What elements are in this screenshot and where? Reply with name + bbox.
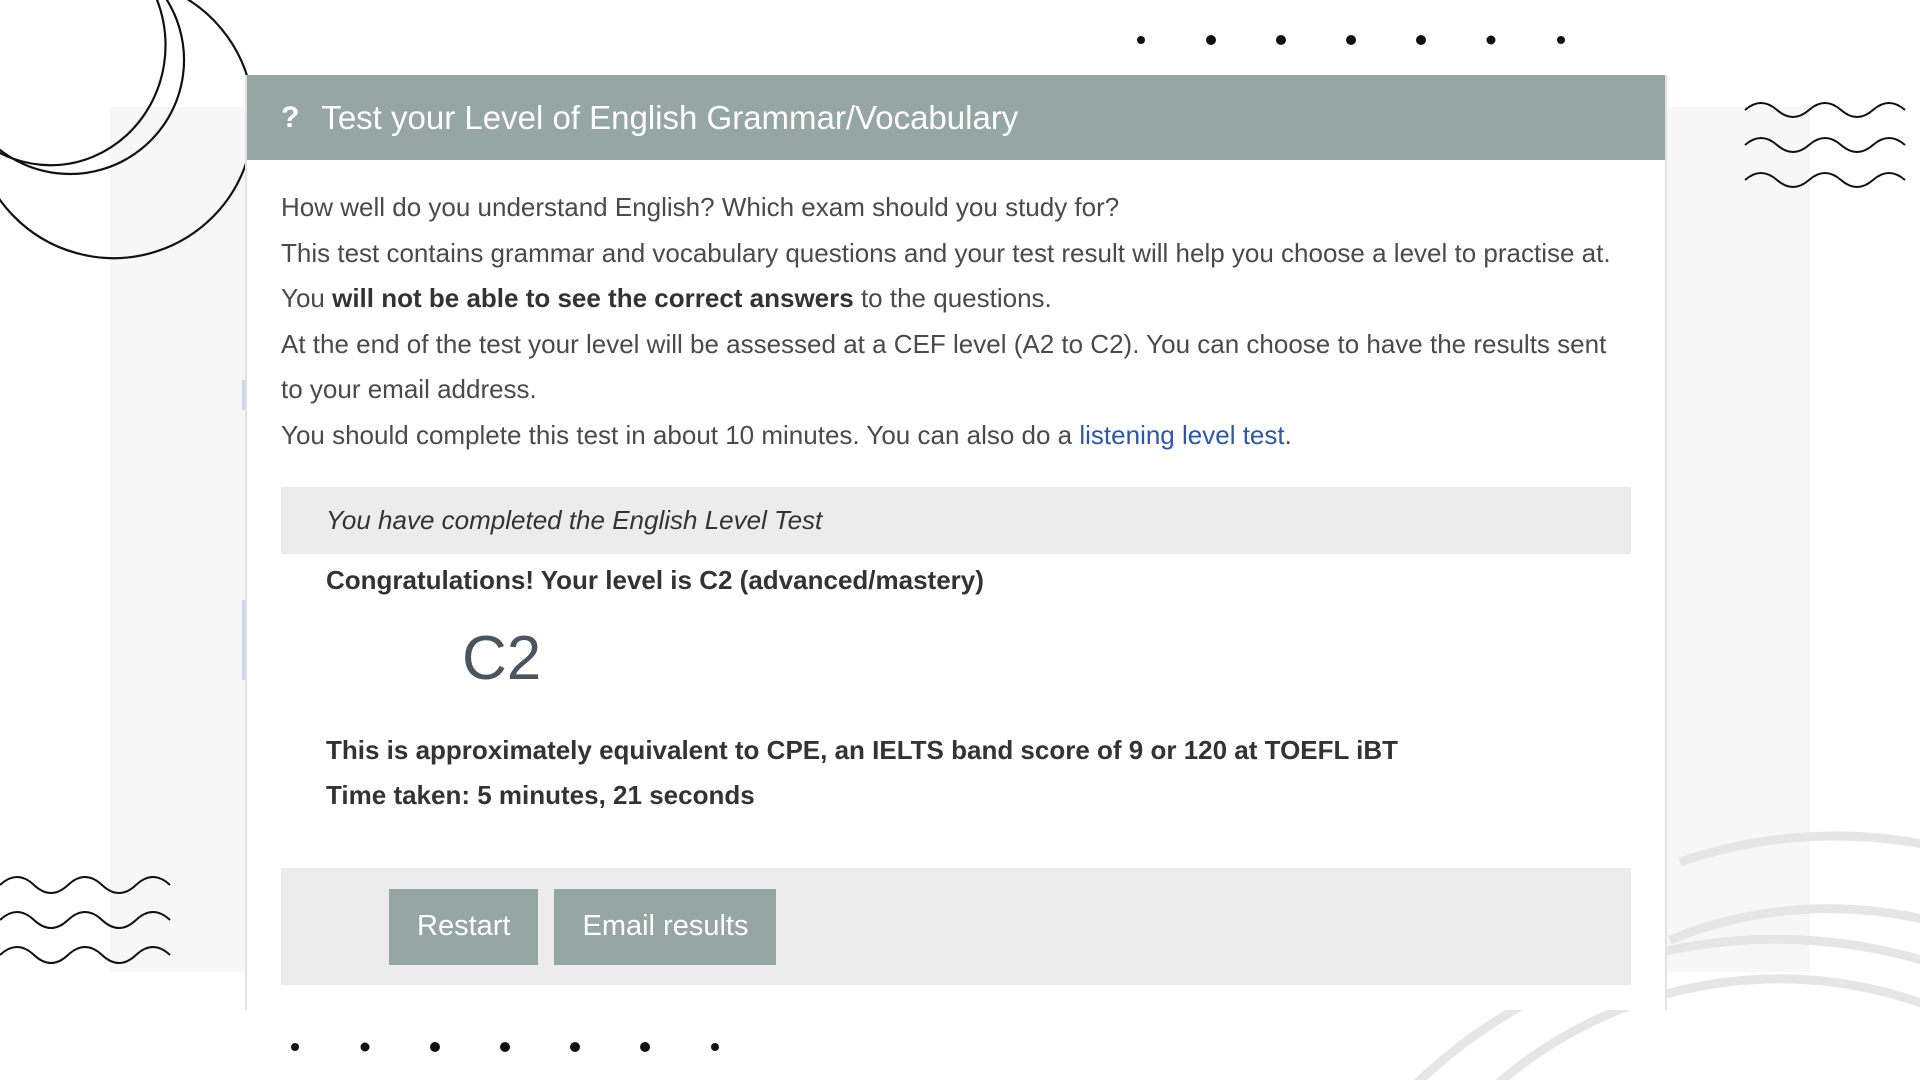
completion-banner: You have completed the English Level Tes… (281, 487, 1631, 554)
level-test-card: ? Test your Level of English Grammar/Voc… (245, 75, 1667, 1010)
crescent-outer-decoration (0, 0, 255, 260)
action-bar: Restart Email results (281, 868, 1631, 985)
exam-equivalent-text: This is approximately equivalent to CPE,… (326, 735, 1399, 765)
intro-line-4: You should complete this test in about 1… (281, 413, 1631, 459)
level-result: C2 (462, 624, 542, 693)
intro-line-2-end: to the questions. (853, 283, 1052, 313)
card-header: ? Test your Level of English Grammar/Voc… (247, 75, 1665, 160)
wave-lines-top-right-decoration (1744, 102, 1906, 188)
presentation-slide: ? Test your Level of English Grammar/Voc… (0, 0, 1920, 1080)
question-mark-icon: ? (281, 100, 300, 134)
intro-line-3: At the end of the test your level will b… (281, 328, 1607, 405)
wave-lines-bottom-left-decoration (0, 876, 171, 964)
crescent-middle-decoration (0, 0, 167, 167)
dots-bottom-decoration (291, 1042, 719, 1052)
listening-level-test-link[interactable]: listening level test (1079, 420, 1284, 450)
crescent-inner-decoration (0, 0, 186, 176)
email-results-button[interactable]: Email results (554, 888, 777, 965)
intro-line-2-bold: will not be able to see the correct answ… (332, 283, 854, 313)
intro-line-4-start: You should complete this test in about 1… (281, 419, 1080, 450)
card-title: Test your Level of English Grammar/Vocab… (321, 98, 1019, 136)
restart-button[interactable]: Restart (389, 888, 539, 965)
intro-line-4-end: . (1284, 419, 1292, 450)
intro-line-2: This test contains grammar and vocabular… (281, 231, 1631, 322)
card-body: How well do you understand English? Whic… (247, 160, 1665, 985)
result-block: Congratulations! Your level is C2 (advan… (281, 562, 1631, 818)
time-taken-text: Time taken: 5 minutes, 21 seconds (326, 780, 755, 810)
intro-line-1: How well do you understand English? Whic… (281, 192, 1120, 222)
congratulations-text: Congratulations! Your level is C2 (advan… (326, 565, 984, 595)
dots-top-decoration (1137, 35, 1565, 45)
